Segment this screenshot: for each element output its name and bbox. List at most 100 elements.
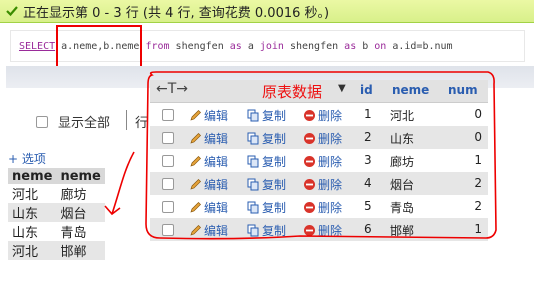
- copy-button[interactable]: 复制: [246, 222, 286, 239]
- edit-label: 编辑: [204, 178, 229, 192]
- sort-icon[interactable]: ▼: [338, 83, 346, 94]
- sql-table-2: shengfen: [283, 40, 345, 52]
- row-count-label: 行: [135, 116, 149, 131]
- copy-icon: [246, 178, 260, 192]
- num-cell: 1: [474, 222, 482, 236]
- copy-icon: [246, 201, 260, 215]
- table-row: 山东 青岛: [8, 222, 105, 241]
- table-row: 编辑 复制 删除 1 河北 0: [150, 103, 488, 126]
- id-cell: 4: [364, 176, 372, 190]
- sql-table-1: shengfen: [169, 40, 230, 52]
- pencil-icon: [188, 132, 202, 146]
- id-cell: 5: [364, 199, 372, 213]
- delete-button[interactable]: 删除: [302, 199, 342, 216]
- copy-icon: [246, 155, 260, 169]
- edit-button[interactable]: 编辑: [188, 130, 228, 147]
- delete-icon: [302, 132, 316, 146]
- delete-label: 删除: [318, 224, 343, 238]
- row-select-checkbox[interactable]: [162, 132, 174, 144]
- table-row: 编辑 复制 删除 2 山东 0: [150, 126, 488, 149]
- row-select-checkbox[interactable]: [162, 178, 174, 190]
- delete-label: 删除: [318, 178, 343, 192]
- column-nav-arrows[interactable]: ←T→: [156, 81, 188, 97]
- delete-button[interactable]: 删除: [302, 222, 342, 239]
- delete-button[interactable]: 删除: [302, 130, 342, 147]
- id-cell: 3: [364, 153, 372, 167]
- delete-button[interactable]: 删除: [302, 107, 342, 124]
- neme-cell: 廊坊: [390, 155, 415, 169]
- delete-label: 删除: [318, 132, 343, 146]
- neme-cell: 山东: [390, 132, 415, 146]
- num-cell: 2: [474, 199, 482, 213]
- row-select-checkbox[interactable]: [162, 155, 174, 167]
- num-cell: 2: [474, 176, 482, 190]
- edit-button[interactable]: 编辑: [188, 176, 228, 193]
- row-select-checkbox[interactable]: [162, 224, 174, 236]
- divider: [126, 110, 127, 130]
- table-row: 河北 邯郸: [8, 241, 105, 260]
- sql-condition: a.id=b.num: [386, 40, 453, 52]
- show-all-checkbox[interactable]: [36, 115, 48, 128]
- copy-icon: [246, 132, 260, 146]
- row-select-checkbox[interactable]: [162, 109, 174, 121]
- status-message: 正在显示第 0 - 3 行 (共 4 行, 查询花费 0.0016 秒。): [23, 5, 330, 21]
- neme-cell: 河北: [390, 109, 415, 123]
- show-all-control[interactable]: 显示全部: [36, 112, 110, 131]
- edit-button[interactable]: 编辑: [188, 199, 228, 216]
- pencil-icon: [188, 201, 202, 215]
- table-row: 山东 烟台: [8, 203, 105, 222]
- id-cell: 1: [364, 107, 372, 121]
- delete-button[interactable]: 删除: [302, 176, 342, 193]
- sql-keyword-as-1: as: [229, 40, 242, 52]
- copy-label: 复制: [262, 178, 287, 192]
- result-table: neme neme 河北 廊坊 山东 烟台 山东 青岛 河北 邯郸: [8, 168, 105, 260]
- delete-icon: [302, 201, 316, 215]
- pencil-icon: [188, 155, 202, 169]
- copy-button[interactable]: 复制: [246, 130, 286, 147]
- table-row: 编辑 复制 删除 5 青岛 2: [150, 195, 488, 218]
- id-cell: 2: [364, 130, 372, 144]
- edit-label: 编辑: [204, 109, 229, 123]
- col-header-num[interactable]: num: [448, 83, 478, 97]
- red-annotation-arrow: [104, 151, 135, 216]
- copy-label: 复制: [262, 109, 287, 123]
- copy-label: 复制: [262, 224, 287, 238]
- edit-label: 编辑: [204, 201, 229, 215]
- copy-icon: [246, 224, 260, 238]
- pencil-icon: [188, 178, 202, 192]
- row-select-checkbox[interactable]: [162, 201, 174, 213]
- copy-button[interactable]: 复制: [246, 107, 286, 124]
- num-cell: 0: [474, 107, 482, 121]
- sql-keyword-select[interactable]: SELECT: [19, 41, 55, 52]
- options-link[interactable]: + 选项: [8, 150, 46, 167]
- col-header-neme[interactable]: neme: [392, 83, 429, 97]
- copy-button[interactable]: 复制: [246, 176, 286, 193]
- table-cell: 廊坊: [56, 184, 105, 203]
- table-cell: 山东: [8, 203, 57, 222]
- edit-button[interactable]: 编辑: [188, 107, 228, 124]
- result-col-neme-b[interactable]: neme: [56, 168, 105, 184]
- id-cell: 6: [364, 222, 372, 236]
- red-annotation-box: [56, 25, 142, 69]
- edit-button[interactable]: 编辑: [188, 153, 228, 170]
- delete-button[interactable]: 删除: [302, 153, 342, 170]
- delete-label: 删除: [318, 155, 343, 169]
- copy-button[interactable]: 复制: [246, 153, 286, 170]
- table-row: 编辑 复制 删除 6 邯郸 1: [150, 218, 488, 241]
- sql-keyword-join: join: [259, 40, 284, 52]
- copy-button[interactable]: 复制: [246, 199, 286, 216]
- edit-button[interactable]: 编辑: [188, 222, 228, 239]
- delete-icon: [302, 224, 316, 238]
- result-col-neme-a[interactable]: neme: [8, 168, 57, 184]
- check-icon: [5, 4, 19, 18]
- neme-cell: 烟台: [390, 178, 415, 192]
- delete-icon: [302, 178, 316, 192]
- sql-alias-1: a: [241, 40, 260, 52]
- table-cell: 邯郸: [56, 241, 105, 260]
- table-header: ←T→ 原表数据 ▼ id neme num: [150, 80, 488, 103]
- col-header-id[interactable]: id: [360, 83, 373, 97]
- delete-icon: [302, 155, 316, 169]
- show-all-label: 显示全部: [58, 116, 111, 131]
- copy-icon: [246, 109, 260, 123]
- pencil-icon: [188, 109, 202, 123]
